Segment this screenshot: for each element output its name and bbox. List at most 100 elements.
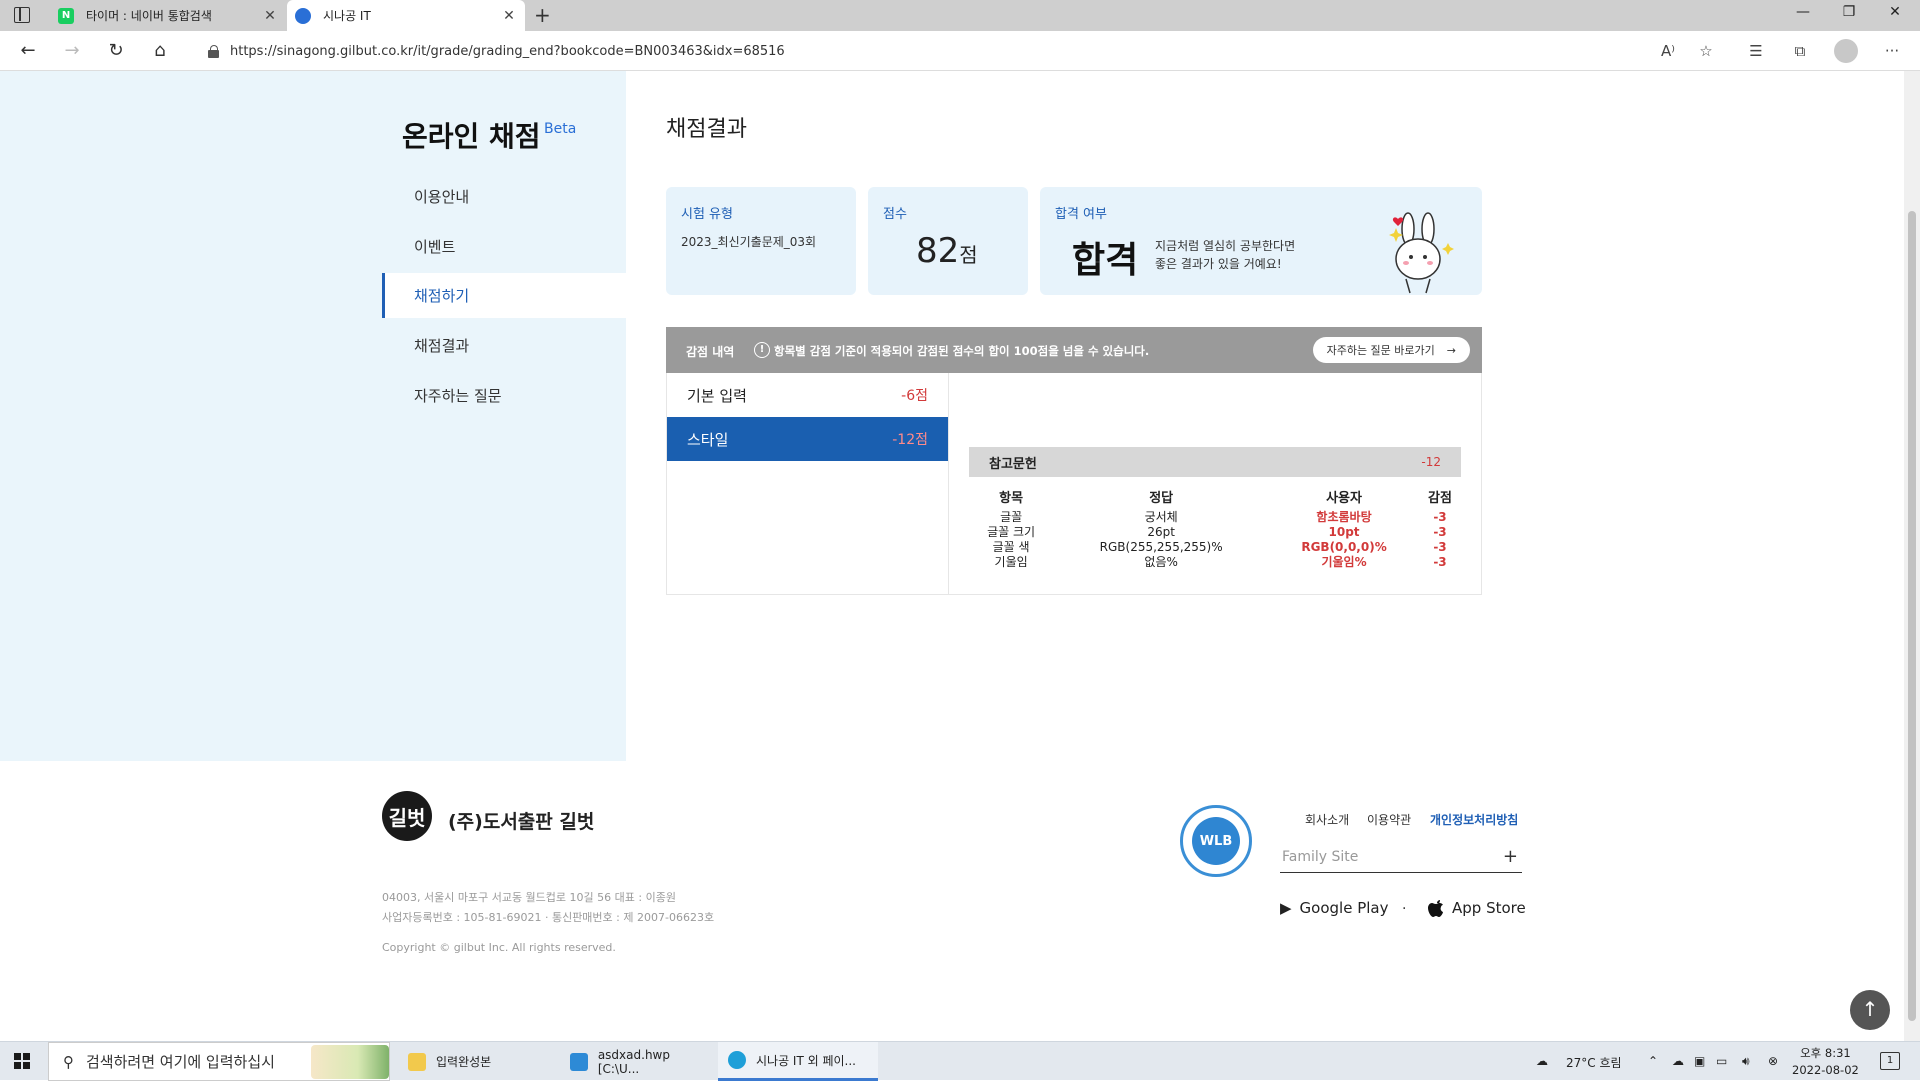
url-input[interactable]: https://sinagong.gilbut.co.kr/it/grade/g… [190, 37, 1670, 65]
windows-start-icon[interactable] [14, 1053, 30, 1069]
deduction-note: 항목별 감점 기준이 적용되어 감점된 점수의 합이 100점을 넘을 수 있습… [774, 344, 1150, 358]
read-aloud-icon[interactable]: A⁾ [1656, 42, 1680, 60]
exam-type-label: 시험 유형 [681, 207, 733, 222]
lock-icon[interactable] [208, 44, 220, 58]
address-bar: ← → ↻ ⌂ https://sinagong.gilbut.co.kr/it… [0, 31, 1920, 71]
faq-shortcut-button[interactable]: 자주하는 질문 바로가기 → [1312, 337, 1470, 363]
header-user: 사용자 [1326, 491, 1362, 506]
favorites-icon[interactable]: ☰ [1744, 42, 1768, 60]
cloud-sync-icon[interactable]: ☁ [1672, 1054, 1684, 1068]
clock-date: 2022-08-02 [1792, 1063, 1859, 1077]
clock-time: 오후 8:31 [1800, 1046, 1851, 1060]
new-tab-icon[interactable]: + [534, 3, 551, 27]
minimize-icon[interactable]: — [1780, 4, 1826, 20]
taskbar-app-edge[interactable]: 시나공 IT 외 페이... [718, 1042, 878, 1081]
sidebar-panel: 온라인 채점 Beta 이용안내 이벤트 채점하기 채점결과 자주하는 질문 [0, 71, 626, 761]
sinagong-icon [295, 7, 311, 24]
cell-answer: 없음% [1144, 555, 1178, 569]
score-value-wrap: 82점 [916, 231, 978, 271]
forward-icon[interactable]: → [60, 40, 84, 61]
table-row: 기울임 없음% 기울임% -3 [969, 555, 1461, 570]
weather-icon[interactable]: ☁ [1536, 1054, 1548, 1068]
notification-icon[interactable]: 1 [1880, 1052, 1900, 1070]
taskbar-app-label: 입력완성본 [436, 1055, 492, 1069]
tab-naver[interactable]: N 타이머 : 네이버 통합검색 ✕ [50, 0, 286, 31]
network-icon[interactable]: ▭ [1716, 1054, 1727, 1068]
wlb-badge: WLB [1180, 805, 1252, 877]
close-window-icon[interactable]: ✕ [1872, 4, 1918, 20]
search-highlight-image [311, 1045, 389, 1079]
section-points: -12 [1421, 455, 1441, 469]
profile-avatar[interactable] [1834, 39, 1858, 63]
link-company-intro[interactable]: 회사소개 [1305, 811, 1349, 828]
edge-icon [728, 1051, 746, 1069]
collections-icon[interactable]: ⧉ [1788, 42, 1812, 60]
result-message-line1: 지금처럼 열심히 공부한다면 [1155, 239, 1296, 253]
taskbar-app-label: 시나공 IT 외 페이... [756, 1053, 856, 1068]
bunny-illustration [1389, 212, 1454, 294]
company-address: 04003, 서울시 마포구 서교동 월드컵로 10길 56 대표 : 이종원 [382, 891, 676, 904]
taskbar-search-input[interactable]: ⚲ 검색하려면 여기에 입력하십시 [48, 1042, 390, 1081]
close-icon[interactable]: ✕ [499, 8, 519, 24]
system-clock[interactable]: 오후 8:31 2022-08-02 [1792, 1045, 1859, 1079]
scroll-top-button[interactable]: ↑ [1850, 990, 1890, 1030]
tab-sinagong[interactable]: 시나공 IT ✕ [287, 0, 525, 31]
sidebar-item-guide[interactable]: 이용안내 [382, 174, 626, 219]
cell-answer: 궁서체 [1144, 510, 1178, 524]
refresh-icon[interactable]: ↻ [104, 40, 128, 61]
category-item-basic-input[interactable]: 기본 입력 -6점 [667, 373, 948, 417]
cell-deduction: -3 [1433, 525, 1447, 539]
page-scrollbar[interactable] [1904, 71, 1920, 1041]
taskbar-app-folder[interactable]: 입력완성본 [398, 1042, 550, 1081]
header-deduction: 감점 [1428, 491, 1452, 506]
app-store-link[interactable]: App Store [1428, 899, 1526, 917]
folder-icon [408, 1052, 426, 1071]
apple-icon [1428, 900, 1443, 917]
tab-actions-icon[interactable] [14, 7, 30, 23]
sidebar-item-faq[interactable]: 자주하는 질문 [382, 373, 626, 418]
close-icon[interactable]: ✕ [260, 8, 280, 24]
cell-item: 기울임 [994, 555, 1028, 569]
webcam-icon[interactable]: ▣ [1694, 1054, 1705, 1068]
ime-icon[interactable]: ⊗ [1768, 1054, 1778, 1068]
taskbar: ⚲ 검색하려면 여기에 입력하십시 입력완성본 asdxad.hwp [C:\U… [0, 1041, 1920, 1081]
add-favorite-icon[interactable]: ☆ [1694, 42, 1718, 60]
back-icon[interactable]: ← [16, 40, 40, 61]
table-header-row: 항목 정답 사용자 감점 [969, 485, 1461, 510]
volume-icon[interactable]: 🔊︎ [1742, 1054, 1750, 1069]
category-points: -6점 [901, 388, 928, 404]
cell-user: 기울임% [1321, 555, 1367, 569]
more-icon[interactable]: ··· [1880, 42, 1904, 60]
browser-tab-bar: N 타이머 : 네이버 통합검색 ✕ 시나공 IT ✕ + — ❐ ✕ [0, 0, 1920, 31]
notification-count: 1 [1886, 1055, 1894, 1066]
app-store-label: App Store [1452, 899, 1526, 917]
chevron-up-icon[interactable]: ⌃ [1648, 1054, 1658, 1068]
link-terms[interactable]: 이용약관 [1367, 811, 1411, 828]
sidebar-item-event[interactable]: 이벤트 [382, 224, 626, 269]
info-icon: ! [754, 342, 770, 358]
sidebar-item-results[interactable]: 채점결과 [382, 323, 626, 368]
deduction-table: 항목 정답 사용자 감점 글꼴 궁서체 함초롬바탕 -3 글꼴 크기 26pt … [969, 485, 1461, 570]
cell-deduction: -3 [1433, 510, 1447, 524]
family-site-select[interactable]: Family Site + [1280, 841, 1522, 873]
scroll-thumb[interactable] [1908, 211, 1916, 1021]
taskbar-search-placeholder: 검색하려면 여기에 입력하십시 [86, 1053, 275, 1071]
sidebar-item-grading[interactable]: 채점하기 [382, 273, 626, 318]
home-icon[interactable]: ⌂ [148, 40, 172, 61]
naver-icon: N [58, 7, 74, 24]
exam-type-value: 2023_최신기출문제_03회 [681, 235, 817, 249]
wlb-badge-text: WLB [1192, 817, 1240, 865]
taskbar-app-hwp[interactable]: asdxad.hwp [C:\U... [560, 1042, 714, 1081]
restore-icon[interactable]: ❐ [1826, 4, 1872, 20]
beta-badge: Beta [544, 121, 577, 137]
weather-text[interactable]: 27°C 흐림 [1566, 1054, 1622, 1071]
category-item-style[interactable]: 스타일 -12점 [667, 417, 948, 461]
link-privacy[interactable]: 개인정보처리방침 [1430, 811, 1518, 828]
play-store-icon: ▶ [1280, 899, 1292, 917]
gilbut-logo[interactable]: 길벗 [382, 791, 432, 841]
result-card: 합격 여부 합격 지금처럼 열심히 공부한다면 좋은 결과가 있을 거예요! [1040, 187, 1482, 295]
deduction-header: 감점 내역 ! 항목별 감점 기준이 적용되어 감점된 점수의 합이 100점을… [666, 327, 1482, 373]
category-list: 기본 입력 -6점 스타일 -12점 [667, 373, 949, 594]
google-play-link[interactable]: ▶ Google Play [1280, 899, 1389, 917]
copyright: Copyright © gilbut Inc. All rights reser… [382, 941, 616, 954]
